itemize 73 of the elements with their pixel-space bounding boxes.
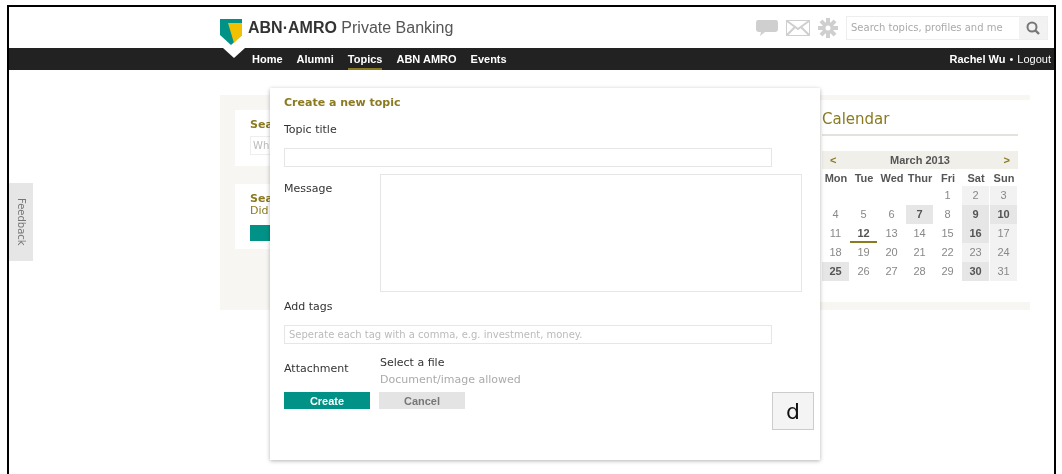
hint-text: Document/image allowed xyxy=(380,373,521,386)
mail-icon xyxy=(786,19,810,36)
message-field[interactable] xyxy=(380,174,802,292)
nav-tab[interactable]: Home xyxy=(252,48,283,70)
calendar-day[interactable]: 28 xyxy=(906,262,933,281)
field-label: Message xyxy=(284,182,334,197)
calendar-day[interactable]: 1 xyxy=(934,186,961,205)
calendar-day[interactable]: 16 xyxy=(962,224,989,243)
select-file-link[interactable]: Select a file xyxy=(380,356,521,369)
calendar-day[interactable]: 18 xyxy=(822,243,849,262)
brand-name: ABN·AMRO Private Banking xyxy=(248,18,454,37)
calendar-day[interactable]: 2 xyxy=(962,186,989,205)
calendar-day[interactable]: 20 xyxy=(878,243,905,262)
logout-link[interactable]: Logout xyxy=(1017,53,1051,65)
field-label: Topic title xyxy=(284,123,338,136)
user-name[interactable]: Rachel Wu xyxy=(949,53,1006,65)
create-button[interactable]: Create xyxy=(284,392,370,409)
card-text: Did xyxy=(250,205,270,217)
nav-tab[interactable]: ABN AMRO xyxy=(396,48,457,70)
calendar-day[interactable]: 23 xyxy=(962,243,989,262)
calendar-day[interactable]: 31 xyxy=(990,262,1017,281)
next-month-link[interactable]: > xyxy=(1003,154,1010,166)
month-label: March 2013 xyxy=(890,154,950,166)
weekday-label: Thur xyxy=(906,171,934,186)
weekday-label: Sat xyxy=(966,171,986,186)
weekday-label: Fri xyxy=(939,171,957,186)
weekday-label: Tue xyxy=(853,171,875,186)
settings-icon xyxy=(818,17,838,38)
feedback-tab[interactable]: Feedback xyxy=(9,183,33,261)
field-label: Add tags xyxy=(284,300,334,313)
calendar-day[interactable]: 24 xyxy=(990,243,1017,262)
dialog-title: Create a new topic xyxy=(284,96,402,109)
previous-month-link[interactable]: < xyxy=(830,154,837,166)
key-overlay: d xyxy=(772,392,814,430)
calendar-day[interactable]: 19 xyxy=(850,243,877,262)
weekday-label: Sun xyxy=(992,171,1016,186)
search-icon xyxy=(1026,20,1040,35)
nav-tab[interactable]: Events xyxy=(470,48,507,70)
nav-tab[interactable]: Topics xyxy=(347,48,383,70)
calendar-day[interactable]: 8 xyxy=(934,205,961,224)
calendar-day[interactable]: 27 xyxy=(878,262,905,281)
calendar-day[interactable]: 12 xyxy=(850,224,877,243)
calendar-day[interactable]: 29 xyxy=(934,262,961,281)
shield-logo-icon xyxy=(220,18,242,45)
calendar-day[interactable]: 25 xyxy=(822,262,849,281)
calendar-day[interactable]: 10 xyxy=(990,205,1017,224)
chat-icon xyxy=(756,18,778,37)
calendar-day[interactable]: 30 xyxy=(962,262,989,281)
field-label: Attachment xyxy=(284,362,350,377)
calendar-day[interactable]: 6 xyxy=(878,205,905,224)
calendar-day[interactable]: 15 xyxy=(934,224,961,243)
weekday-label: Mon xyxy=(823,171,849,186)
calendar-day[interactable]: 26 xyxy=(850,262,877,281)
calendar-day[interactable]: 4 xyxy=(822,205,849,224)
calendar-day[interactable]: 13 xyxy=(878,224,905,243)
calendar-day[interactable]: 21 xyxy=(906,243,933,262)
calendar-day[interactable]: 17 xyxy=(990,224,1017,243)
calendar-day[interactable]: 3 xyxy=(990,186,1017,205)
calendar-day[interactable]: 5 xyxy=(850,205,877,224)
calendar-day[interactable]: 11 xyxy=(822,224,849,243)
input-field[interactable]: Seperate each tag with a comma, e.g. investment, money. xyxy=(284,325,772,344)
cancel-button[interactable]: Cancel xyxy=(379,392,465,409)
separator-dot: • xyxy=(1009,53,1014,65)
calendar-day[interactable]: 7 xyxy=(906,205,933,224)
nav-tab[interactable]: Alumni xyxy=(296,48,334,70)
calendar-day[interactable]: 9 xyxy=(962,205,989,224)
search-field[interactable]: Search topics, profiles and me xyxy=(846,15,1048,40)
weekday-label: Wed xyxy=(879,171,905,186)
pointer-icon xyxy=(223,48,245,58)
calendar-day[interactable]: 22 xyxy=(934,243,961,262)
calendar-title: Calendar xyxy=(822,110,1018,136)
calendar-day[interactable]: 14 xyxy=(906,224,933,243)
input-field[interactable] xyxy=(284,148,772,167)
